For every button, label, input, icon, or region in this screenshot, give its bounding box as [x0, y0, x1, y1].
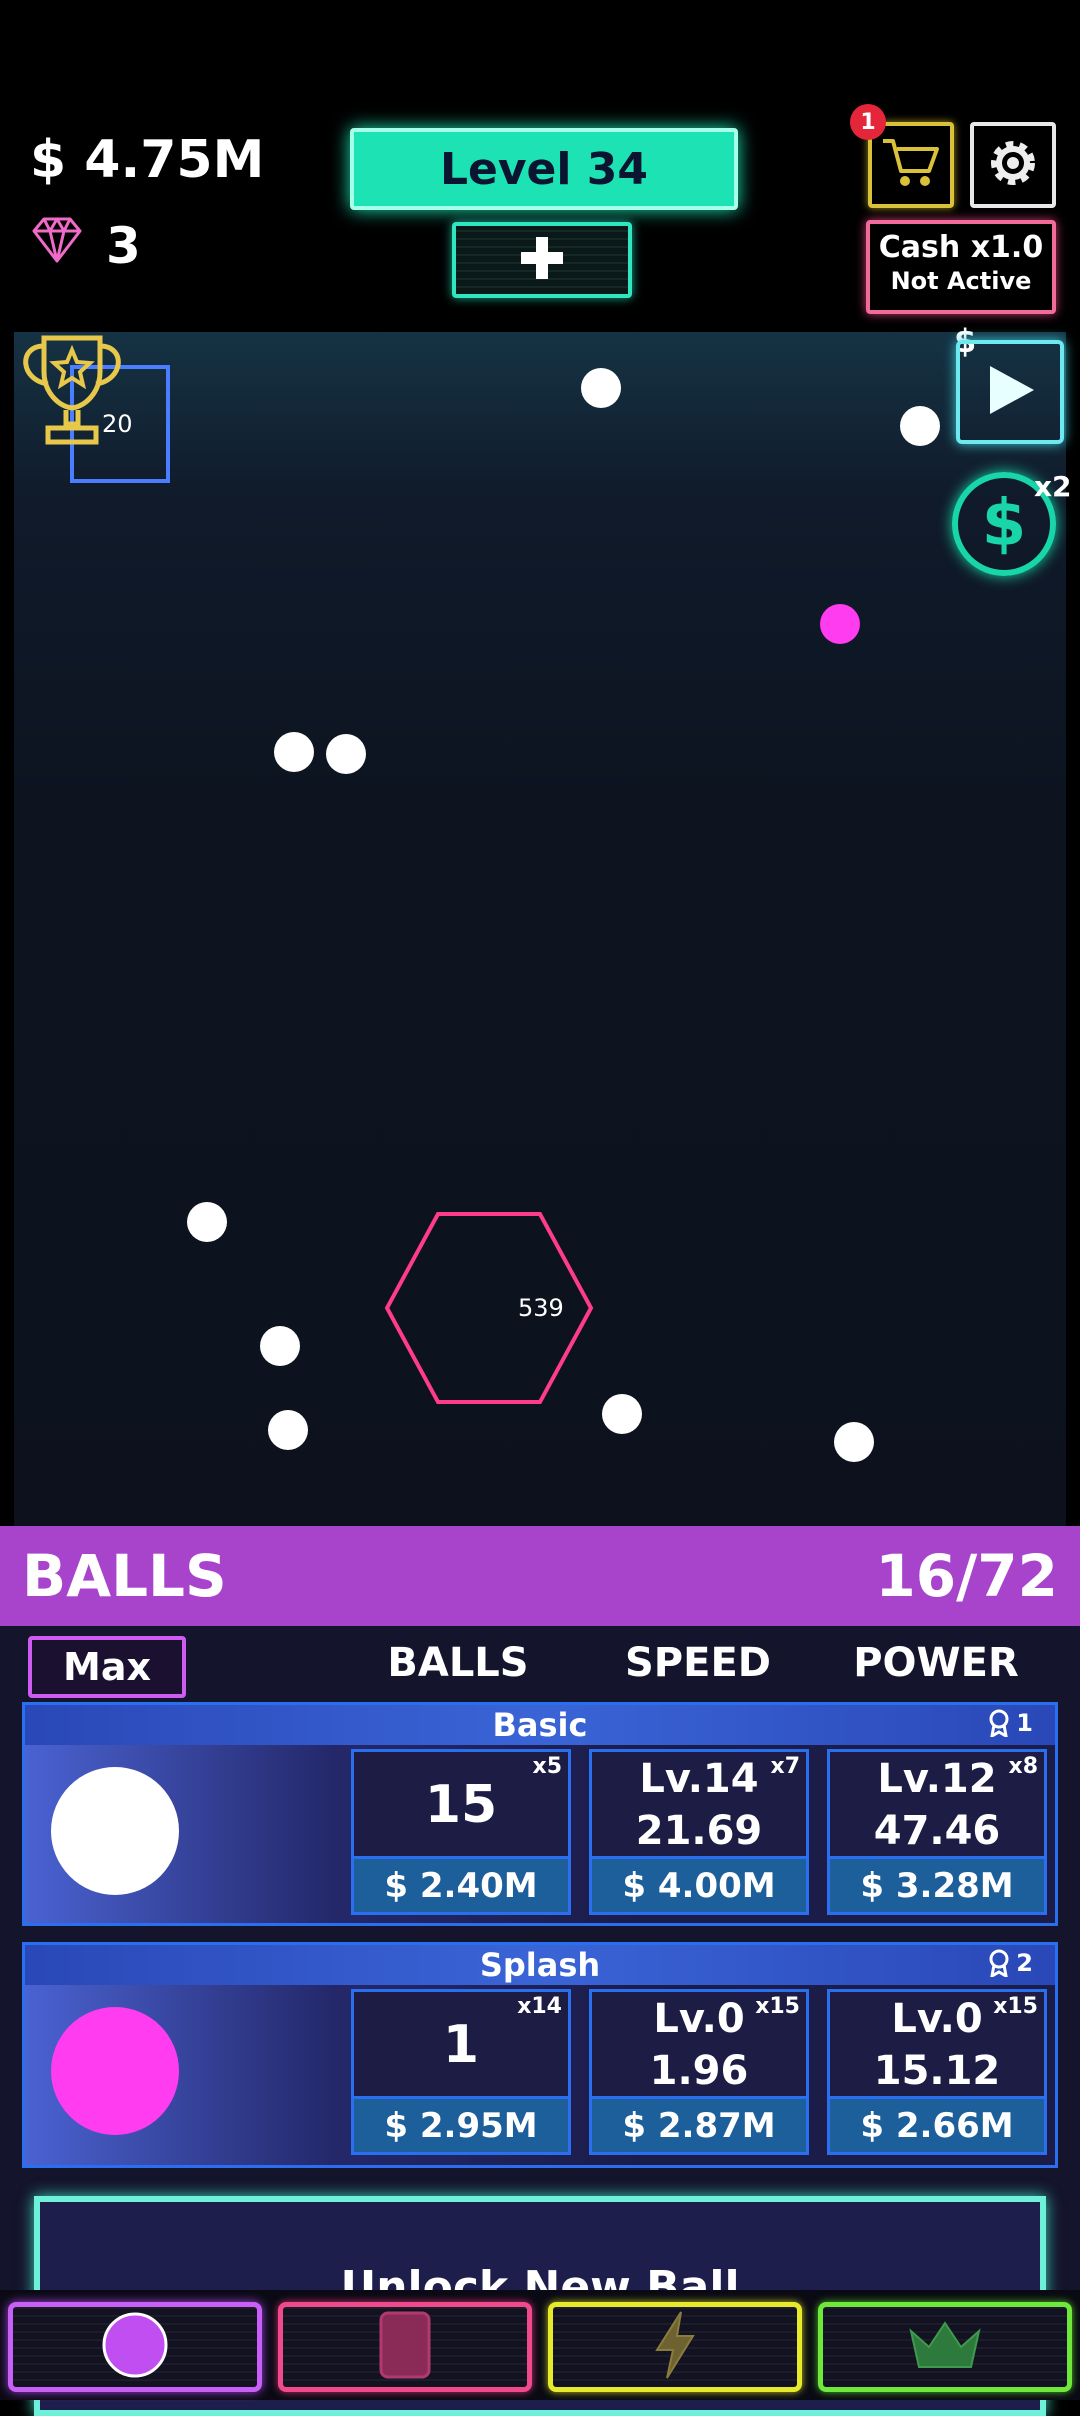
card-title: Basic — [25, 1705, 1055, 1745]
max-toggle-button[interactable]: Max — [28, 1636, 186, 1698]
ball — [274, 732, 314, 772]
trophy-icon — [14, 332, 130, 454]
card-rank-value: 1 — [1016, 1709, 1033, 1737]
power-level: Lv.0 — [891, 1996, 983, 2042]
balls-multiplier: x14 — [517, 1994, 562, 2019]
power-level: Lv.12 — [877, 1756, 997, 1802]
ball — [268, 1410, 308, 1450]
splash-ball — [820, 604, 860, 644]
ball — [326, 734, 366, 774]
diamond-icon — [30, 215, 84, 277]
balls-upgrade-cell[interactable]: 15 x5 $ 2.40M — [351, 1749, 571, 1915]
level-button[interactable]: Level 34 — [350, 128, 738, 210]
card-title: Splash — [25, 1945, 1055, 1985]
plus-icon — [519, 235, 565, 285]
power-multiplier: x8 — [1008, 1754, 1039, 1779]
play-icon — [980, 360, 1040, 424]
ball — [187, 1202, 227, 1242]
speed-multiplier: x15 — [755, 1994, 800, 2019]
basic-ball-icon — [51, 1767, 179, 1895]
shop-button[interactable] — [868, 122, 954, 208]
speed-multiplier: x7 — [770, 1754, 801, 1779]
card-rank: 1 — [988, 1709, 1033, 1737]
power-upgrade-button[interactable]: $ 3.28M — [830, 1856, 1044, 1912]
speed-value: 1.96 — [649, 2048, 749, 2094]
splash-ball-icon — [51, 2007, 179, 2135]
speed-upgrade-button[interactable]: $ 2.87M — [592, 2096, 806, 2152]
ball — [900, 406, 940, 446]
arena-shapes — [70, 365, 594, 1404]
nav-tab-crown[interactable] — [818, 2302, 1072, 2392]
panel-title: BALLS — [22, 1542, 227, 1610]
gem-count: 3 — [106, 217, 141, 275]
ball — [834, 1422, 874, 1462]
lightning-icon — [651, 2310, 699, 2384]
card-icon — [377, 2309, 433, 2385]
column-header-power: POWER — [853, 1640, 1019, 1686]
video-reward-button[interactable] — [956, 340, 1064, 444]
notification-badge: 1 — [850, 104, 886, 140]
card-body: 1 x14 $ 2.95M Lv.0 1.96 x15 $ 2.87M Lv.0… — [25, 1985, 1055, 2165]
status-bar — [0, 0, 1080, 104]
crown-icon — [907, 2317, 983, 2377]
balls-upgrade-cell[interactable]: 1 x14 $ 2.95M — [351, 1989, 571, 2155]
cash-multiplier-status: Not Active — [890, 267, 1032, 295]
balls-multiplier: x5 — [532, 1754, 563, 1779]
cash-display: $ 4.75M — [30, 130, 265, 190]
add-button[interactable] — [452, 222, 632, 298]
speed-level: Lv.0 — [653, 1996, 745, 2042]
nav-tab-cards[interactable] — [278, 2302, 532, 2392]
ball-card-basic: Basic 1 15 x5 $ 2.40M Lv.14 21.69 x7 $ 4… — [22, 1702, 1058, 1926]
column-header-speed: SPEED — [625, 1640, 771, 1686]
speed-level: Lv.14 — [639, 1756, 759, 1802]
power-value: 15.12 — [873, 2048, 1001, 2094]
speed-upgrade-button[interactable]: $ 4.00M — [592, 1856, 806, 1912]
card-body: 15 x5 $ 2.40M Lv.14 21.69 x7 $ 4.00M Lv.… — [25, 1745, 1055, 1923]
ball-count: 16/72 — [875, 1542, 1058, 1610]
double-cash-label: x2 — [1034, 470, 1072, 503]
ball-card-splash: Splash 2 1 x14 $ 2.95M Lv.0 1.96 x15 $ 2… — [22, 1942, 1058, 2168]
power-upgrade-cell[interactable]: Lv.0 15.12 x15 $ 2.66M — [827, 1989, 1047, 2155]
ball — [260, 1326, 300, 1366]
power-multiplier: x15 — [993, 1994, 1038, 2019]
balls-upgrade-button[interactable]: $ 2.40M — [354, 1856, 568, 1912]
power-upgrade-button[interactable]: $ 2.66M — [830, 2096, 1044, 2152]
gear-icon — [983, 133, 1043, 197]
nav-tab-boost[interactable] — [548, 2302, 802, 2392]
medal-icon — [989, 1949, 1009, 1977]
card-rank: 2 — [988, 1949, 1033, 1977]
power-value: 47.46 — [873, 1808, 1001, 1854]
nav-tab-balls[interactable] — [8, 2302, 262, 2392]
cash-multiplier-label: Cash x1.0 — [878, 230, 1044, 265]
settings-button[interactable] — [970, 122, 1056, 208]
medal-icon — [989, 1709, 1009, 1737]
cash-multiplier-button[interactable]: Cash x1.0 Not Active — [866, 220, 1056, 314]
power-upgrade-cell[interactable]: Lv.12 47.46 x8 $ 3.28M — [827, 1749, 1047, 1915]
speed-upgrade-cell[interactable]: Lv.0 1.96 x15 $ 2.87M — [589, 1989, 809, 2155]
cart-icon — [881, 135, 941, 195]
ball — [602, 1394, 642, 1434]
ball — [581, 368, 621, 408]
ball-icon — [100, 2310, 170, 2384]
panel-header: BALLS 16/72 — [0, 1526, 1080, 1626]
balls-upgrade-button[interactable]: $ 2.95M — [354, 2096, 568, 2152]
gem-counter: 3 — [30, 215, 141, 277]
game-arena[interactable]: 20 539 — [14, 332, 1066, 1526]
hexagon-value: 539 — [518, 1294, 564, 1322]
column-header-balls: BALLS — [387, 1640, 529, 1686]
speed-value: 21.69 — [635, 1808, 763, 1854]
speed-upgrade-cell[interactable]: Lv.14 21.69 x7 $ 4.00M — [589, 1749, 809, 1915]
card-rank-value: 2 — [1016, 1949, 1033, 1977]
